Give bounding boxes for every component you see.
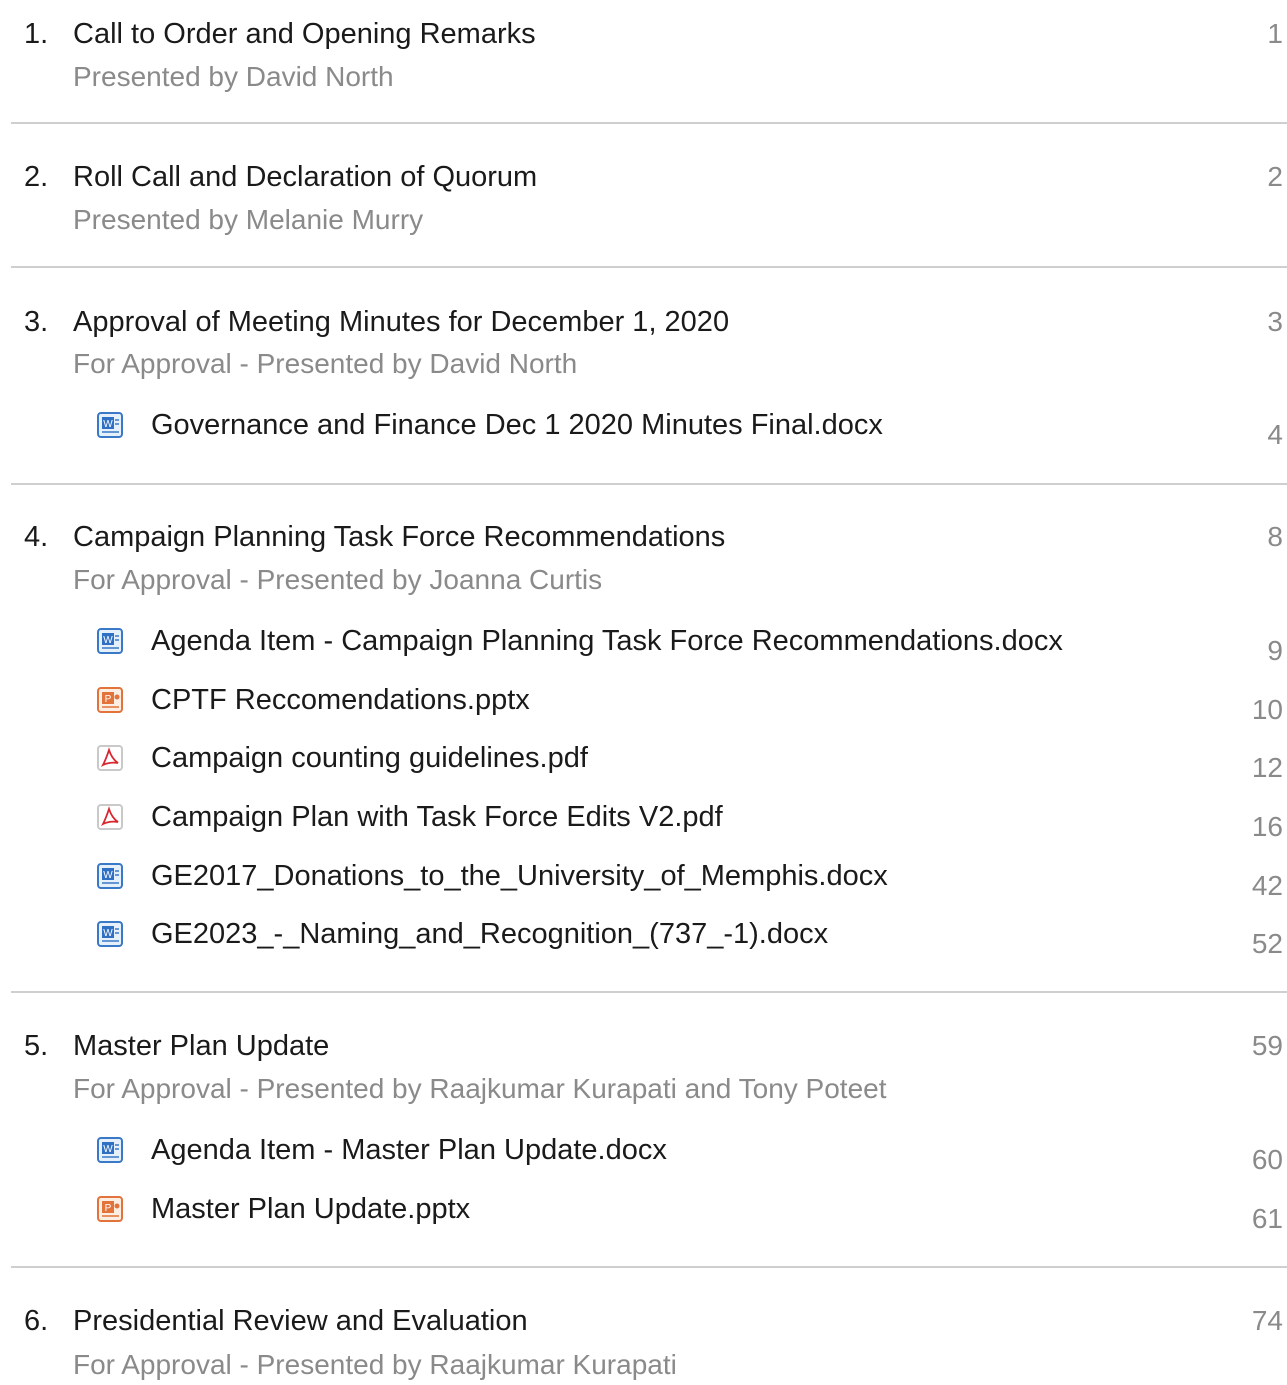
word-doc-icon: W — [97, 921, 123, 947]
agenda-item[interactable]: 4. Campaign Planning Task Force Recommen… — [0, 517, 1287, 557]
page-number: 52 — [1251, 928, 1283, 959]
word-doc-icon: W — [97, 412, 123, 438]
item-number: 3. — [24, 306, 49, 338]
page-number: 3 — [1267, 306, 1283, 337]
agenda-item[interactable]: 3. Approval of Meeting Minutes for Decem… — [0, 302, 1287, 342]
item-presenter: For Approval - Presented by Joanna Curti… — [73, 564, 603, 595]
page-number: 60 — [1251, 1144, 1283, 1175]
item-number: 1. — [24, 18, 49, 50]
item-number: 5. — [24, 1030, 49, 1062]
item-presenter: For Approval - Presented by Raajkumar Ku… — [73, 1349, 677, 1380]
agenda-list: 1. Call to Order and Opening Remarks 1 P… — [0, 0, 1287, 1380]
word-doc-icon: W — [97, 628, 123, 654]
divider — [11, 1266, 1287, 1268]
attachment-name[interactable]: Campaign Plan with Task Force Edits V2.p… — [151, 797, 723, 837]
divider — [11, 991, 1287, 993]
svg-text:W: W — [103, 419, 113, 430]
item-number: 6. — [24, 1305, 49, 1337]
divider — [11, 483, 1287, 485]
page-number: 74 — [1251, 1305, 1283, 1336]
page-number: 59 — [1251, 1030, 1283, 1061]
divider — [11, 266, 1287, 268]
divider — [11, 122, 1287, 124]
page-number: 2 — [1267, 161, 1283, 192]
attachment-name[interactable]: Agenda Item - Campaign Planning Task For… — [151, 621, 1063, 661]
attachment-link[interactable]: P Master Plan Update.pptx 61 — [0, 1189, 1287, 1234]
item-presenter: For Approval - Presented by David North — [73, 348, 578, 379]
item-presenter: Presented by Melanie Murry — [73, 204, 424, 235]
item-title[interactable]: Approval of Meeting Minutes for December… — [73, 302, 729, 342]
attachment-link[interactable]: Campaign Plan with Task Force Edits V2.p… — [0, 797, 1287, 842]
agenda-item[interactable]: 2. Roll Call and Declaration of Quorum 2 — [0, 157, 1287, 197]
page-number: 4 — [1267, 419, 1283, 450]
page-number: 8 — [1267, 521, 1283, 552]
item-title[interactable]: Campaign Planning Task Force Recommendat… — [73, 517, 725, 557]
page-number: 42 — [1251, 870, 1283, 901]
attachment-link[interactable]: W GE2023_-_Naming_and_Recognition_(737_-… — [0, 914, 1287, 959]
attachment-link[interactable]: W Governance and Finance Dec 1 2020 Minu… — [0, 405, 1287, 450]
powerpoint-icon: P — [97, 1196, 123, 1222]
page-number: 9 — [1267, 635, 1283, 666]
attachment-name[interactable]: Agenda Item - Master Plan Update.docx — [151, 1130, 667, 1170]
item-title[interactable]: Presidential Review and Evaluation — [73, 1301, 528, 1341]
page-number: 61 — [1251, 1203, 1283, 1234]
item-title[interactable]: Call to Order and Opening Remarks — [73, 14, 536, 54]
svg-text:W: W — [103, 928, 113, 939]
svg-text:W: W — [103, 635, 113, 646]
svg-text:W: W — [103, 1144, 113, 1155]
attachment-name[interactable]: Master Plan Update.pptx — [151, 1189, 470, 1229]
attachment-link[interactable]: P CPTF Reccomendations.pptx 10 — [0, 680, 1287, 725]
attachment-link[interactable]: Campaign counting guidelines.pdf 12 — [0, 738, 1287, 783]
item-number: 4. — [24, 521, 49, 553]
page-number: 1 — [1267, 18, 1283, 49]
agenda-item[interactable]: 5. Master Plan Update 59 — [0, 1026, 1287, 1066]
attachment-name[interactable]: Governance and Finance Dec 1 2020 Minute… — [151, 405, 883, 445]
item-title[interactable]: Master Plan Update — [73, 1026, 329, 1066]
attachment-name[interactable]: GE2023_-_Naming_and_Recognition_(737_-1)… — [151, 914, 828, 954]
item-presenter: For Approval - Presented by Raajkumar Ku… — [73, 1073, 887, 1104]
agenda-item[interactable]: 1. Call to Order and Opening Remarks 1 — [0, 14, 1287, 54]
item-title[interactable]: Roll Call and Declaration of Quorum — [73, 157, 537, 197]
attachment-link[interactable]: W Agenda Item - Campaign Planning Task F… — [0, 621, 1287, 666]
item-number: 2. — [24, 161, 49, 193]
svg-text:W: W — [103, 870, 113, 881]
pdf-icon — [97, 804, 123, 830]
agenda-item[interactable]: 6. Presidential Review and Evaluation 74 — [0, 1301, 1287, 1341]
svg-text:P: P — [105, 1203, 112, 1214]
powerpoint-icon: P — [97, 687, 123, 713]
page-number: 10 — [1251, 694, 1283, 725]
attachment-link[interactable]: W GE2017_Donations_to_the_University_of_… — [0, 856, 1287, 901]
word-doc-icon: W — [97, 863, 123, 889]
page-number: 12 — [1251, 752, 1283, 783]
page-number: 16 — [1251, 811, 1283, 842]
item-presenter: Presented by David North — [73, 61, 394, 92]
attachment-link[interactable]: W Agenda Item - Master Plan Update.docx … — [0, 1130, 1287, 1175]
attachment-name[interactable]: CPTF Reccomendations.pptx — [151, 680, 530, 720]
attachment-name[interactable]: Campaign counting guidelines.pdf — [151, 738, 588, 778]
word-doc-icon: W — [97, 1137, 123, 1163]
pdf-icon — [97, 745, 123, 771]
attachment-name[interactable]: GE2017_Donations_to_the_University_of_Me… — [151, 856, 888, 896]
svg-text:P: P — [105, 694, 112, 705]
